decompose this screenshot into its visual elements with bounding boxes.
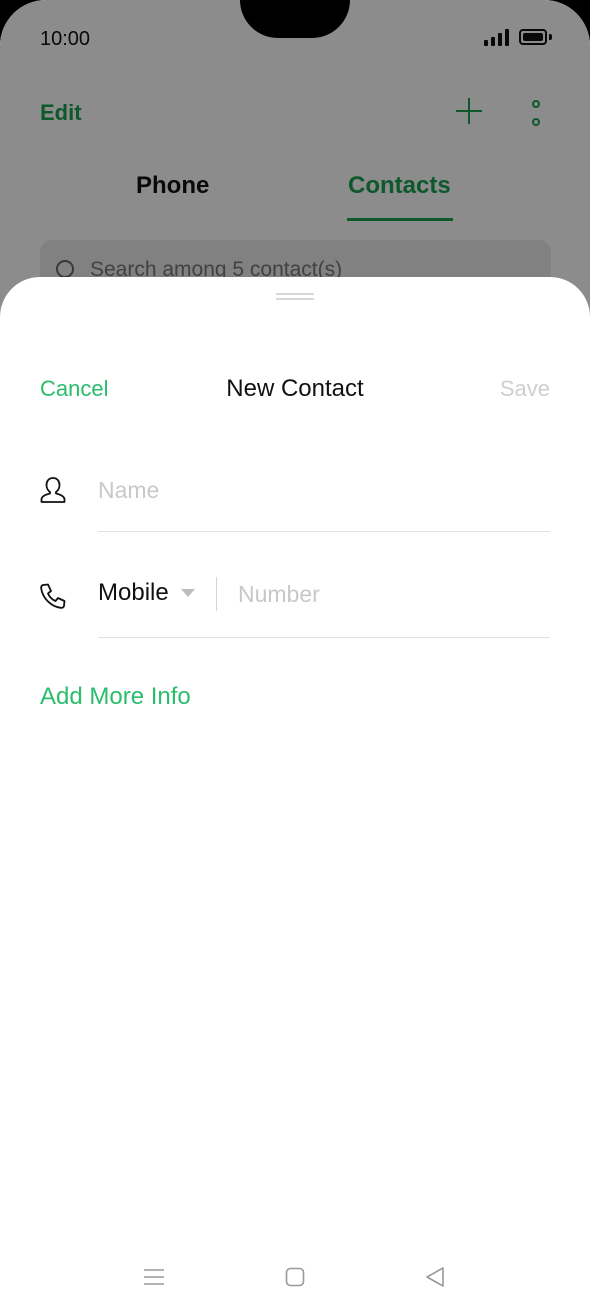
name-field[interactable] — [98, 473, 550, 507]
phone-type-label: Mobile — [98, 579, 169, 606]
system-nav-bar — [0, 1250, 590, 1302]
add-more-info-button[interactable]: Add More Info — [40, 683, 191, 711]
phone-icon — [40, 583, 66, 609]
number-field[interactable] — [238, 577, 550, 611]
field-divider — [216, 577, 217, 611]
sheet-drag-handle[interactable] — [276, 293, 314, 300]
name-field-underline — [98, 531, 550, 532]
phone-screen: 10:00 Edit Phone Contacts Search among 5… — [0, 0, 590, 1312]
save-button[interactable]: Save — [500, 376, 550, 402]
chevron-down-icon — [180, 589, 195, 597]
phone-type-select[interactable]: Mobile — [98, 579, 195, 607]
new-contact-sheet: Cancel New Contact Save Mobile Add More … — [0, 277, 590, 1312]
number-field-underline — [98, 637, 550, 638]
back-icon[interactable] — [420, 1262, 450, 1292]
person-icon — [40, 477, 66, 503]
menu-icon[interactable] — [139, 1262, 169, 1292]
home-icon[interactable] — [280, 1262, 310, 1292]
